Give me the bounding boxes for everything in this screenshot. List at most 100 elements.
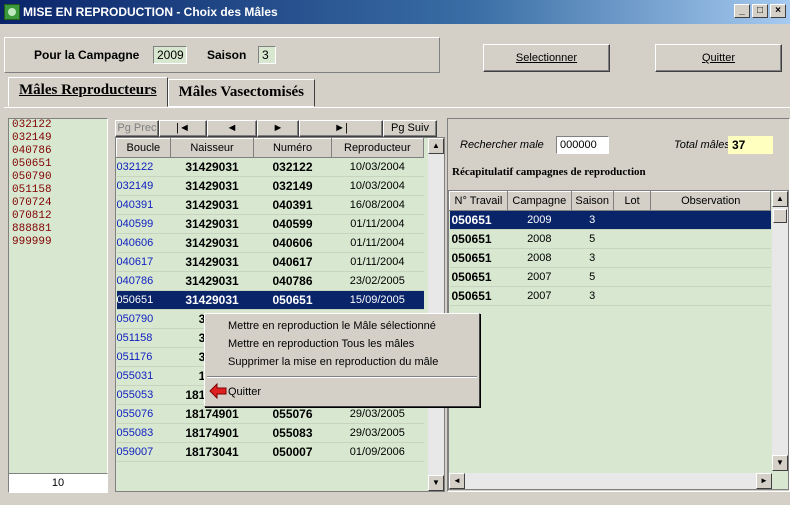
- recap-scroll-right-icon[interactable]: ►: [756, 473, 772, 489]
- recap-scroll-thumb[interactable]: [773, 209, 787, 223]
- recap-cell: 2007: [507, 267, 572, 287]
- male-list[interactable]: 032122 032149 040786 050651 050790 051158 0707…: [8, 118, 108, 492]
- table-row[interactable]: 032149 31429031 032149 10/03/2004: [116, 176, 424, 196]
- recap-column-header[interactable]: Campagne: [506, 191, 572, 211]
- table-row[interactable]: 055076 18174901 055076 29/03/2005: [116, 404, 424, 424]
- campagne-field[interactable]: 2009: [153, 46, 187, 64]
- table-cell: 032149: [253, 176, 332, 196]
- scroll-up-icon[interactable]: ▲: [428, 138, 444, 154]
- recap-cell: 050651: [449, 210, 508, 230]
- recap-cell: 2008: [507, 248, 572, 268]
- table-cell: 050790: [116, 309, 171, 329]
- table-cell: 18174901: [170, 423, 254, 443]
- menu-item-reproduce-all[interactable]: Mettre en reproduction Tous les mâles: [228, 338, 414, 350]
- menu-item-reproduce-selected[interactable]: Mettre en reproduction le Mâle sélection…: [228, 320, 436, 332]
- recap-scroll-down-icon[interactable]: ▼: [772, 455, 788, 471]
- recap-cell: 3: [571, 248, 614, 268]
- red-arrow-left-icon: [209, 382, 227, 400]
- table-row[interactable]: 040617 31429031 040617 01/11/2004: [116, 252, 424, 272]
- recap-row[interactable]: 050651 2008 5: [449, 229, 771, 249]
- recap-cell: 5: [571, 267, 614, 287]
- search-male-input[interactable]: 000000: [556, 136, 609, 154]
- saison-field[interactable]: 3: [258, 46, 276, 64]
- recap-cell: 050651: [449, 286, 508, 306]
- recap-column-header[interactable]: N° Travail: [449, 191, 508, 211]
- scroll-down-icon[interactable]: ▼: [428, 475, 444, 491]
- recap-cell: 2008: [507, 229, 572, 249]
- recap-row[interactable]: 050651 2007 3: [449, 286, 771, 306]
- tab-males-vasectomises[interactable]: Mâles Vasectomisés: [167, 79, 316, 107]
- close-button[interactable]: ×: [770, 4, 786, 18]
- page-next-button[interactable]: Pg Suiv: [383, 120, 437, 137]
- recap-scroll-left-icon[interactable]: ◄: [449, 473, 465, 489]
- table-cell: 29/03/2005: [331, 423, 424, 443]
- context-menu: Mettre en reproduction le Mâle sélection…: [204, 313, 480, 407]
- male-list-item[interactable]: 040786: [9, 145, 107, 158]
- recap-cell: 050651: [449, 229, 508, 249]
- table-cell: 055076: [253, 404, 332, 424]
- table-row[interactable]: 032122 31429031 032122 10/03/2004: [116, 157, 424, 177]
- table-cell: 31429031: [170, 252, 254, 272]
- tab-males-reproducteurs[interactable]: Mâles Reproducteurs: [8, 77, 168, 107]
- menu-item-remove-reproduction[interactable]: Supprimer la mise en reproduction du mâl…: [228, 356, 438, 368]
- recap-scroll-up-icon[interactable]: ▲: [772, 191, 788, 207]
- table-row[interactable]: 050651 31429031 050651 15/09/2005: [116, 290, 424, 310]
- table-row[interactable]: 040786 31429031 040786 23/02/2005: [116, 271, 424, 291]
- male-list-item[interactable]: 050651: [9, 158, 107, 171]
- recap-cell: 5: [571, 229, 614, 249]
- recap-vscrollbar[interactable]: ▲ ▼: [772, 191, 788, 471]
- last-record-button[interactable]: ►|: [299, 120, 383, 137]
- recap-row[interactable]: 050651 2009 3: [449, 210, 771, 230]
- recap-cell: [613, 210, 651, 230]
- next-record-button[interactable]: ►: [257, 120, 299, 137]
- male-list-item[interactable]: 070812: [9, 210, 107, 223]
- page-navigator: Pg Prec |◄ ◄ ► ►| Pg Suiv: [115, 120, 437, 137]
- table-cell: 040786: [253, 271, 332, 291]
- recap-column-header[interactable]: Lot: [612, 191, 652, 211]
- recap-cell: [650, 210, 771, 230]
- recap-column-header[interactable]: Observation: [650, 191, 771, 211]
- table-cell: 10/03/2004: [331, 157, 424, 177]
- recap-hscrollbar[interactable]: ◄ ►: [449, 473, 772, 489]
- table-cell: 31429031: [170, 290, 254, 310]
- table-cell: 055083: [116, 423, 171, 443]
- minimize-button[interactable]: _: [734, 4, 750, 18]
- recap-column-header[interactable]: Saison: [570, 191, 614, 211]
- recap-grid: N° Travail Campagne Saison Lot Observation 0…: [448, 190, 789, 490]
- total-males-value: 37: [728, 136, 773, 154]
- table-cell: 040391: [253, 195, 332, 215]
- male-list-item[interactable]: 050790: [9, 171, 107, 184]
- table-cell: 16/08/2004: [331, 195, 424, 215]
- table-row[interactable]: 040391 31429031 040391 16/08/2004: [116, 195, 424, 215]
- table-cell: 040391: [116, 195, 171, 215]
- previous-record-button[interactable]: ◄: [207, 120, 257, 137]
- recap-cell: [613, 229, 651, 249]
- page-prev-button[interactable]: Pg Prec: [115, 120, 159, 137]
- male-list-item[interactable]: 070724: [9, 197, 107, 210]
- menu-item-quit[interactable]: Quitter: [228, 386, 261, 398]
- recap-row[interactable]: 050651 2007 5: [449, 267, 771, 287]
- select-button[interactable]: Selectionner: [483, 44, 610, 72]
- table-row[interactable]: 059007 18173041 050007 01/09/2006: [116, 442, 424, 462]
- table-cell: 055031: [116, 366, 171, 386]
- quit-button[interactable]: Quitter: [655, 44, 782, 72]
- male-list-item[interactable]: 888881: [9, 223, 107, 236]
- column-header[interactable]: Reproducteur: [330, 138, 425, 158]
- column-header[interactable]: Naisseur: [169, 138, 255, 158]
- maximize-button[interactable]: □: [752, 4, 768, 18]
- first-record-button[interactable]: |◄: [159, 120, 207, 137]
- recap-row[interactable]: 050651 2008 3: [449, 248, 771, 268]
- male-list-item[interactable]: 051158: [9, 184, 107, 197]
- column-header[interactable]: Boucle: [116, 138, 171, 158]
- app-icon: [4, 4, 20, 20]
- table-row[interactable]: 040606 31429031 040606 01/11/2004: [116, 233, 424, 253]
- male-list-item[interactable]: 999999: [9, 236, 107, 249]
- table-cell: 18173041: [170, 442, 254, 462]
- table-row[interactable]: 040599 31429031 040599 01/11/2004: [116, 214, 424, 234]
- male-list-item[interactable]: 032122: [9, 119, 107, 132]
- table-row[interactable]: 055083 18174901 055083 29/03/2005: [116, 423, 424, 443]
- table-cell: 15/09/2005: [331, 290, 424, 310]
- male-list-item[interactable]: 032149: [9, 132, 107, 145]
- column-header[interactable]: Numéro: [253, 138, 332, 158]
- table-cell: 040617: [253, 252, 332, 272]
